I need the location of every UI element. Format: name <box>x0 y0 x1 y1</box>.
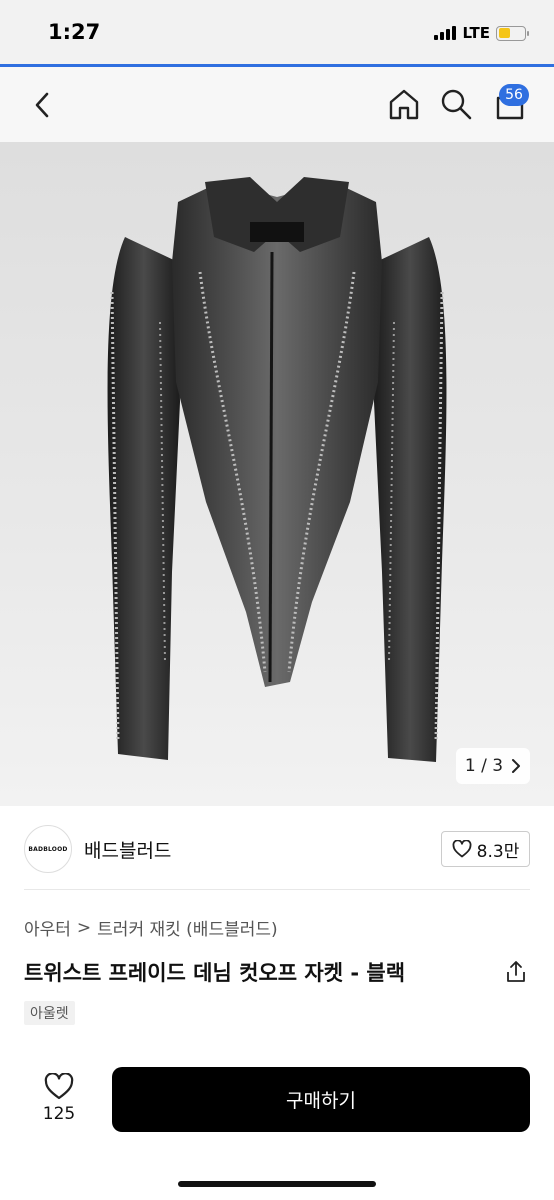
breadcrumb-category[interactable]: 아우터 <box>24 915 71 940</box>
status-time: 1:27 <box>48 20 101 44</box>
brand-name-link[interactable]: 배드블러드 <box>84 836 171 863</box>
home-indicator <box>178 1181 376 1187</box>
home-button[interactable] <box>385 85 423 123</box>
breadcrumb-separator: > <box>76 917 92 938</box>
product-title: 트위스트 프레이드 데님 컷오프 자켓 - 블랙 <box>24 961 406 985</box>
share-button[interactable] <box>500 956 532 988</box>
breadcrumb-subcategory[interactable]: 트러커 재킷 (배드블러드) <box>97 915 277 940</box>
home-icon <box>389 89 419 120</box>
network-label: LTE <box>462 24 490 42</box>
wishlist-button[interactable]: 125 <box>28 1068 90 1128</box>
brand-like-button[interactable]: 8.3만 <box>441 831 530 867</box>
chevron-right-icon <box>512 759 521 773</box>
image-counter-label: 1 / 3 <box>464 756 504 776</box>
search-button[interactable] <box>437 85 475 123</box>
heart-icon <box>44 1072 74 1099</box>
status-indicators: LTE <box>434 24 529 42</box>
outlet-tag: 아울렛 <box>24 1001 75 1025</box>
status-bar: 1:27 LTE <box>0 0 554 66</box>
divider <box>24 889 530 890</box>
signal-icon <box>434 26 457 40</box>
wishlist-count: 125 <box>42 1103 76 1124</box>
share-icon <box>507 961 525 982</box>
breadcrumb: 아우터 > 트러커 재킷 (배드블러드) <box>24 915 278 941</box>
product-image[interactable] <box>0 142 554 806</box>
cart-count-badge: 56 <box>499 84 529 106</box>
chevron-left-icon <box>35 92 49 118</box>
search-icon <box>441 89 472 120</box>
denim-jacket-photo <box>107 177 447 762</box>
image-counter-button[interactable]: 1 / 3 <box>456 748 530 784</box>
top-nav-bar <box>0 67 554 142</box>
battery-icon <box>496 25 529 41</box>
back-button[interactable] <box>24 87 60 123</box>
brand-logo-text: BADBLOOD <box>28 845 68 853</box>
brand-logo[interactable]: BADBLOOD <box>24 825 72 873</box>
brand-like-count: 8.3만 <box>476 841 520 862</box>
heart-icon <box>452 840 472 858</box>
buy-button[interactable]: 구매하기 <box>112 1067 530 1132</box>
